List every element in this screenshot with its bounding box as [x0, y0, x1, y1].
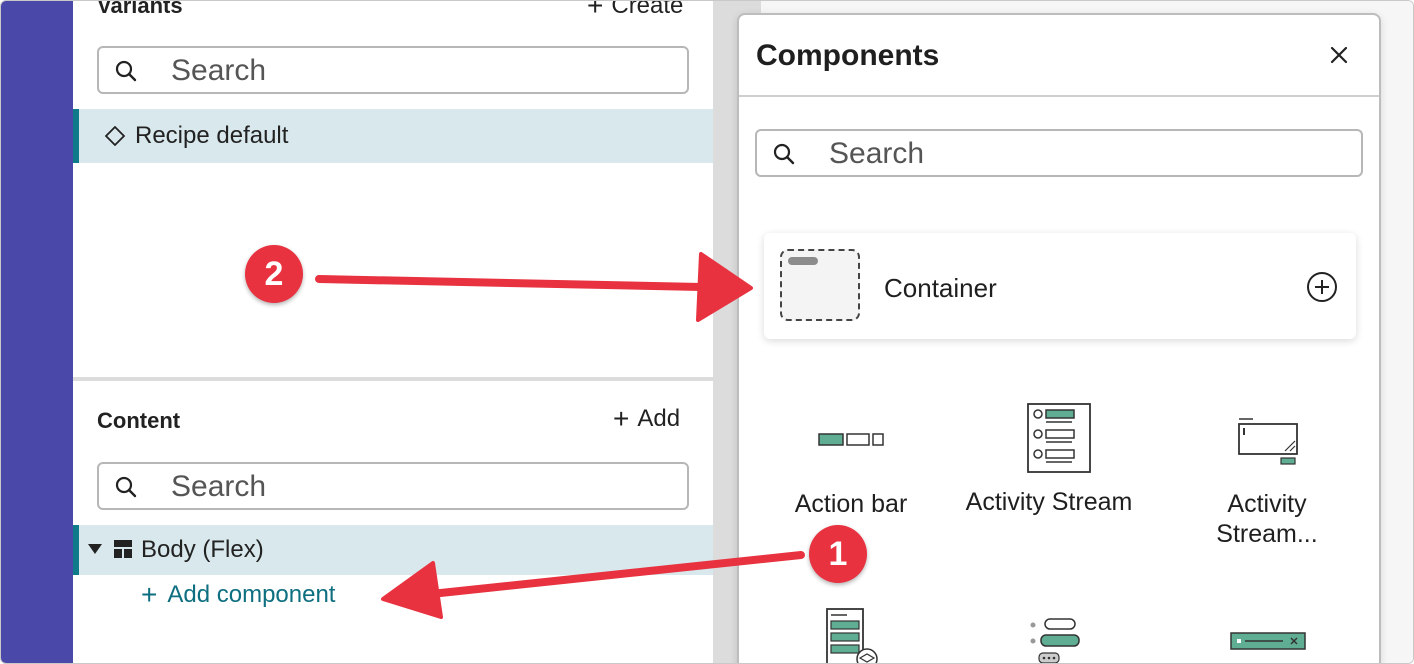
content-search[interactable]: [97, 462, 689, 510]
plus-icon: +: [613, 403, 630, 434]
tree-item-label: Body (Flex): [141, 536, 264, 563]
chat-icon: [1030, 618, 1080, 663]
components-title: Components: [756, 39, 940, 72]
plus-icon: +: [587, 0, 604, 21]
annotation-badge-2: 2: [245, 245, 303, 303]
section-divider: [73, 377, 713, 381]
variant-item-recipe-default[interactable]: Recipe default: [73, 109, 713, 163]
component-tile-alert-banner[interactable]: [1177, 605, 1357, 663]
variant-item-label: Recipe default: [135, 122, 289, 149]
tile-label: Activity Stream...: [1216, 490, 1318, 548]
component-tile-list[interactable]: [761, 605, 941, 663]
plus-icon: +: [141, 579, 158, 610]
tree-item-body-flex[interactable]: Body (Flex): [73, 525, 713, 575]
content-heading: Content: [97, 408, 181, 433]
add-component-link[interactable]: + Add component: [141, 581, 335, 609]
component-tile-activity-stream[interactable]: Activity Stream: [966, 395, 1149, 545]
container-label: Container: [884, 273, 997, 303]
close-icon[interactable]: [1327, 43, 1351, 67]
content-search-input[interactable]: [171, 470, 583, 504]
activity-stream-composer-icon: [1238, 418, 1298, 465]
diamond-icon: [105, 126, 125, 146]
add-circle-icon[interactable]: [1306, 271, 1338, 303]
flex-layout-icon: [114, 540, 132, 558]
header-divider: [739, 95, 1379, 97]
create-label: Create: [611, 0, 684, 19]
search-icon: [115, 476, 137, 498]
container-component-card[interactable]: Container: [764, 233, 1356, 339]
search-icon: [115, 60, 137, 82]
component-tile-activity-stream-composer[interactable]: Activity Stream...: [1177, 395, 1357, 548]
add-component-label: Add component: [167, 581, 336, 608]
tile-label: Action bar: [794, 490, 908, 518]
search-icon: [773, 143, 795, 165]
components-search-input[interactable]: [829, 137, 1252, 171]
container-thumbnail-icon: [780, 249, 860, 321]
variants-search[interactable]: [97, 46, 689, 94]
activity-stream-icon: [1027, 403, 1091, 473]
annotation-badge-1: 1: [809, 525, 867, 583]
create-variant-button[interactable]: + Create: [587, 0, 684, 21]
action-bar-icon: [818, 433, 884, 446]
component-tile-action-bar[interactable]: Action bar: [761, 395, 941, 535]
tile-label: Activity Stream: [965, 488, 1133, 516]
components-search[interactable]: [755, 129, 1363, 177]
variants-heading: Variants: [97, 0, 183, 18]
component-tile-chat[interactable]: [969, 605, 1149, 663]
add-label: Add: [637, 405, 681, 432]
add-content-button[interactable]: + Add: [613, 405, 680, 433]
list-scholar-icon: [826, 608, 878, 663]
left-panel: Variants + Create Recipe default Content…: [73, 0, 713, 663]
app-window: Variants + Create Recipe default Content…: [0, 0, 1414, 664]
left-rail: [1, 1, 73, 663]
alert-banner-icon: [1230, 632, 1306, 650]
variants-search-input[interactable]: [171, 54, 583, 88]
caret-down-icon[interactable]: [87, 543, 103, 555]
